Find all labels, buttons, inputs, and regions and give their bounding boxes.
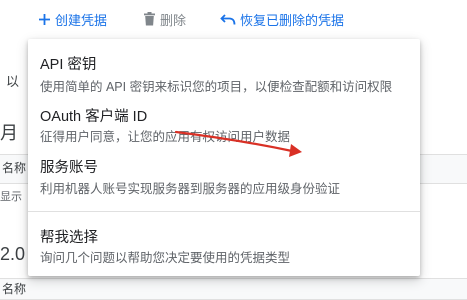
- menu-item-title: 帮我选择: [40, 230, 98, 246]
- page-text-fragment: 以: [6, 74, 20, 89]
- menu-item-oauth-client-id[interactable]: OAuth 客户端 ID 征得用户同意，让您的应用有权访问用户数据: [28, 97, 420, 149]
- menu-item-help-me-choose[interactable]: 帮我选择 询问几个问题以帮助您决定要使用的凭据类型: [28, 219, 420, 271]
- restore-deleted-credentials-label: 恢复已删除的凭据: [240, 12, 345, 28]
- menu-item-title: API 密钥: [40, 57, 97, 73]
- menu-item-description: 使用简单的 API 密钥来标识您的项目，以便检查配额和访问权限: [40, 80, 393, 94]
- menu-item-service-account[interactable]: 服务账号 利用机器人账号实现服务器到服务器的应用级身份验证: [28, 149, 420, 201]
- table-header-row: [0, 278, 467, 300]
- menu-divider: [28, 211, 420, 212]
- delete-label: 删除: [160, 12, 187, 28]
- undo-icon: [220, 13, 236, 26]
- column-header-name: 名称: [2, 282, 27, 296]
- menu-item-description: 利用机器人账号实现服务器到服务器的应用级身份验证: [40, 182, 341, 196]
- menu-item-description: 询问几个问题以帮助您决定要使用的凭据类型: [40, 251, 291, 265]
- section-heading-fragment: 月: [0, 123, 18, 143]
- create-credentials-label: 创建凭据: [55, 12, 108, 28]
- create-credentials-button[interactable]: 创建凭据: [38, 9, 107, 29]
- menu-item-title: OAuth 客户端 ID: [40, 109, 148, 125]
- delete-button[interactable]: 删除: [143, 9, 186, 29]
- plus-icon: [38, 13, 51, 26]
- menu-item-description: 征得用户同意，让您的应用有权访问用户数据: [40, 130, 291, 144]
- section-heading-oauth-fragment: 2.0: [0, 244, 26, 264]
- credentials-toolbar: 创建凭据 删除 恢复已删除的凭据: [0, 0, 467, 38]
- create-credentials-menu: API 密钥 使用简单的 API 密钥来标识您的项目，以便检查配额和访问权限 O…: [28, 39, 420, 276]
- column-header-name: 名称: [2, 161, 27, 175]
- table-empty-text-fragment: 显示: [0, 191, 22, 203]
- menu-item-title: 服务账号: [40, 160, 98, 176]
- menu-item-api-key[interactable]: API 密钥 使用简单的 API 密钥来标识您的项目，以便检查配额和访问权限: [28, 45, 420, 97]
- restore-deleted-credentials-button[interactable]: 恢复已删除的凭据: [220, 9, 344, 29]
- trash-icon: [143, 12, 156, 26]
